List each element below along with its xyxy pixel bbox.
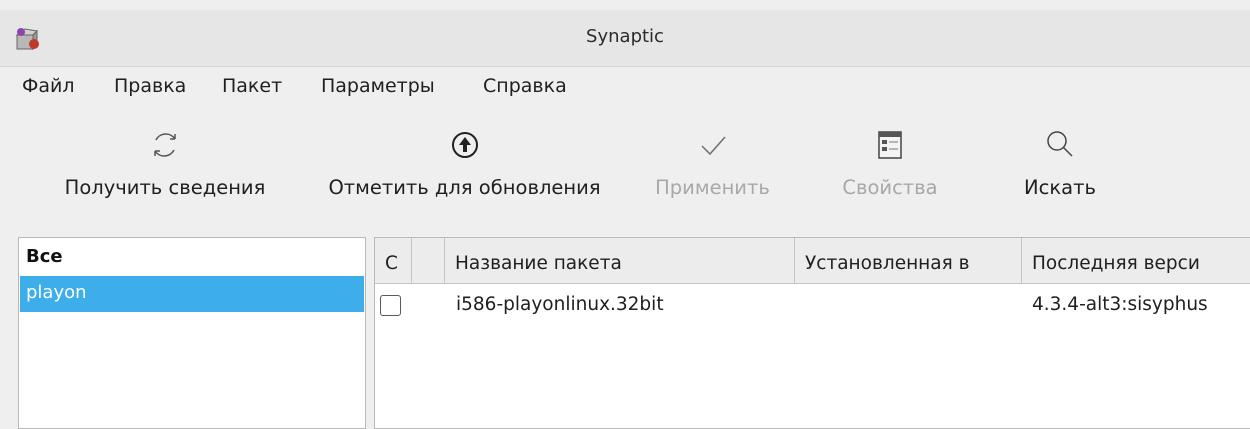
menu-edit[interactable]: Правка bbox=[114, 75, 186, 97]
column-latest-version[interactable]: Последняя верси bbox=[1022, 238, 1250, 284]
menu-bar: Файл Правка Пакет Параметры Справка bbox=[0, 67, 1250, 111]
properties-button[interactable]: Свойства bbox=[825, 114, 955, 214]
search-button[interactable]: Искать bbox=[1010, 114, 1110, 214]
properties-icon bbox=[878, 131, 902, 159]
mark-upgrades-label: Отметить для обновления bbox=[328, 176, 601, 199]
checkmark-icon bbox=[700, 136, 726, 156]
filter-list: Все playon bbox=[18, 237, 366, 429]
filter-item-playon[interactable]: playon bbox=[20, 276, 364, 312]
column-package-name[interactable]: Название пакета bbox=[445, 238, 795, 284]
latest-version: 4.3.4-alt3:sisyphus bbox=[1032, 294, 1208, 315]
menu-help[interactable]: Справка bbox=[483, 75, 567, 97]
title-bar: Synaptic bbox=[0, 10, 1250, 67]
toolbar: Получить сведения Отметить для обновлени… bbox=[0, 114, 1250, 224]
window-title: Synaptic bbox=[586, 26, 664, 47]
menu-settings[interactable]: Параметры bbox=[321, 75, 435, 97]
reload-icon bbox=[154, 133, 176, 157]
menu-file[interactable]: Файл bbox=[22, 75, 75, 97]
package-table: С Название пакета Установленная в Послед… bbox=[374, 237, 1250, 429]
upgrade-icon bbox=[451, 132, 478, 158]
properties-label: Свойства bbox=[842, 176, 938, 199]
search-label: Искать bbox=[1024, 176, 1096, 199]
reload-button[interactable]: Получить сведения bbox=[40, 114, 290, 214]
package-checkbox[interactable] bbox=[380, 295, 401, 316]
table-row[interactable]: i586-playonlinux.32bit 4.3.4-alt3:sisyph… bbox=[375, 285, 1250, 321]
filter-header[interactable]: Все bbox=[20, 240, 364, 276]
mark-upgrades-button[interactable]: Отметить для обновления bbox=[298, 114, 631, 214]
apply-label: Применить bbox=[655, 176, 770, 199]
package-name: i586-playonlinux.32bit bbox=[456, 294, 664, 315]
menu-package[interactable]: Пакет bbox=[222, 75, 282, 97]
column-status[interactable]: С bbox=[375, 238, 412, 284]
apply-button[interactable]: Применить bbox=[641, 114, 784, 214]
search-icon bbox=[1047, 131, 1073, 157]
column-support[interactable] bbox=[412, 238, 445, 284]
reload-label: Получить сведения bbox=[64, 176, 266, 199]
column-installed-version[interactable]: Установленная в bbox=[795, 238, 1022, 284]
